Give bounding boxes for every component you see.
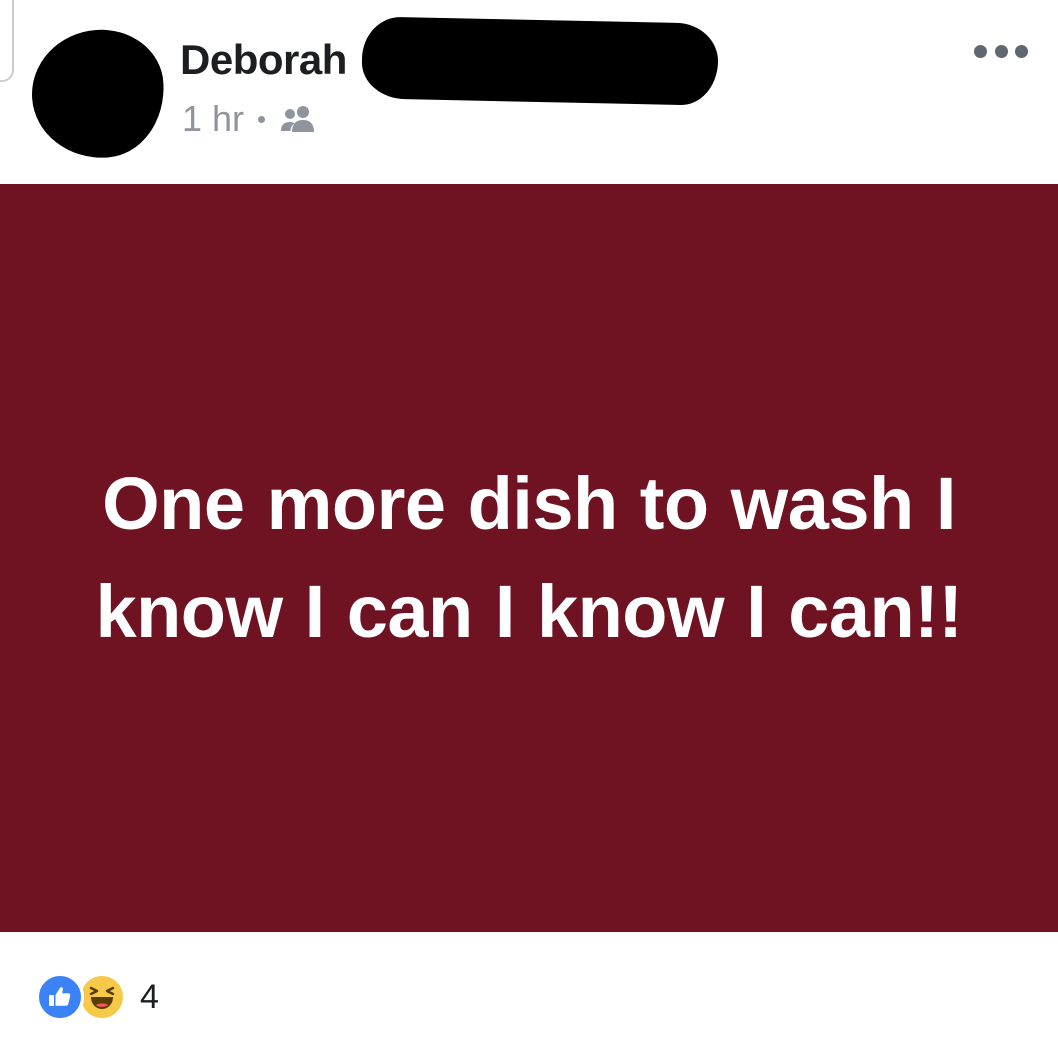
more-dot	[1015, 44, 1028, 58]
friends-icon[interactable]	[279, 104, 317, 134]
status-text: One more dish to wash I know I can I kno…	[95, 462, 963, 653]
author-name[interactable]: Deborah	[180, 36, 347, 84]
status-background-card: One more dish to wash I know I can I kno…	[0, 184, 1058, 932]
more-options-icon[interactable]	[974, 38, 1028, 64]
reactions-summary[interactable]: 4	[36, 972, 159, 1022]
like-icon	[36, 973, 84, 1021]
more-dot	[974, 44, 987, 58]
name-redaction-mark	[361, 16, 719, 106]
avatar-redacted[interactable]	[27, 25, 169, 163]
post-timestamp[interactable]: 1 hr	[182, 98, 244, 140]
facebook-post: Deborah 1 hr One more dish to wash I kno…	[0, 0, 1058, 1058]
meta-separator-dot	[258, 115, 266, 123]
post-header: Deborah	[180, 32, 347, 88]
previous-card-edge	[0, 0, 14, 82]
reaction-count: 4	[140, 977, 159, 1016]
haha-icon	[78, 973, 126, 1021]
post-meta: 1 hr	[182, 98, 317, 140]
more-dot	[994, 44, 1008, 58]
